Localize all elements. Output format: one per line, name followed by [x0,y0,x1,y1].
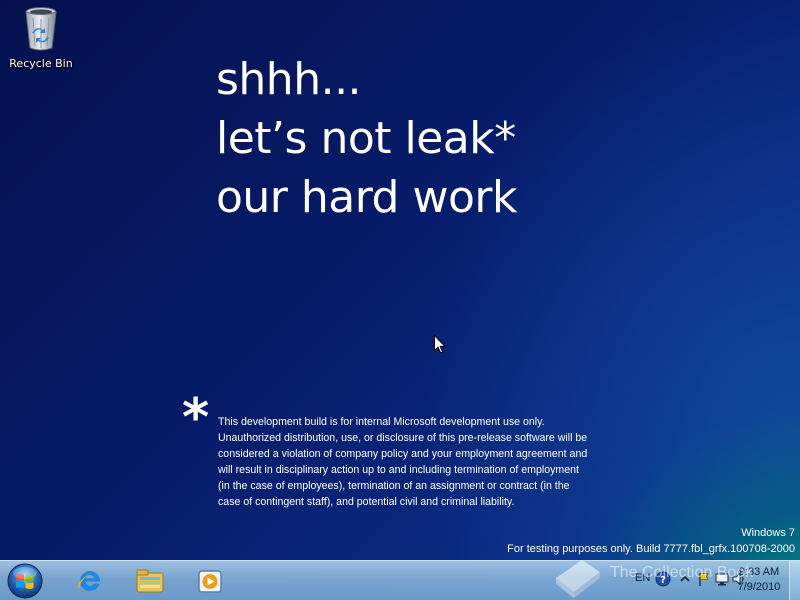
show-desktop-button[interactable] [789,561,800,600]
taskbar-windows-explorer[interactable] [122,563,178,599]
clock-time: 9:33 AM [738,566,780,578]
show-hidden-icons-icon[interactable] [677,571,693,587]
mouse-cursor-icon [434,335,446,354]
build-watermark: Windows 7 For testing purposes only. Bui… [507,525,795,557]
leak-warning-headline: shhh... let’s not leak* our hard work [216,50,517,227]
headline-line-3: our hard work [216,172,517,223]
clock-date: 7/9/2010 [737,581,781,593]
recycle-bin-icon [23,6,59,52]
desktop-icon-label: Recycle Bin [9,57,73,70]
svg-text:?: ? [660,575,666,586]
headline-line-1: shhh... [216,54,362,105]
media-player-icon [198,570,222,593]
windows-start-orb-icon [7,563,43,599]
desktop-background: Recycle Bin shhh... let’s not leak* our … [0,0,800,600]
action-center-flag-icon[interactable] [696,571,712,587]
taskbar: EN ? 9:33 AM 7/9/2010 [0,560,800,600]
taskbar-internet-explorer[interactable] [62,563,118,599]
system-tray: EN ? 9:33 AM 7/9/2010 [588,561,800,600]
internet-explorer-icon [78,569,103,591]
disclaimer-text: This development build is for internal M… [218,416,588,508]
headline-line-2: let’s not leak* [216,113,516,164]
folder-library-icon [136,569,164,593]
disclaimer-asterisk: * [182,388,210,448]
taskbar-media-player[interactable] [182,563,238,599]
watermark-build: For testing purposes only. Build 7777.fb… [507,543,795,555]
watermark-edition: Windows 7 [741,527,795,539]
start-button[interactable] [6,562,44,600]
taskbar-clock[interactable]: 9:33 AM 7/9/2010 [728,565,790,595]
help-icon[interactable]: ? [655,571,671,587]
desktop-icon-recycle-bin[interactable]: Recycle Bin [6,6,76,70]
input-language-indicator[interactable]: EN [635,572,650,584]
